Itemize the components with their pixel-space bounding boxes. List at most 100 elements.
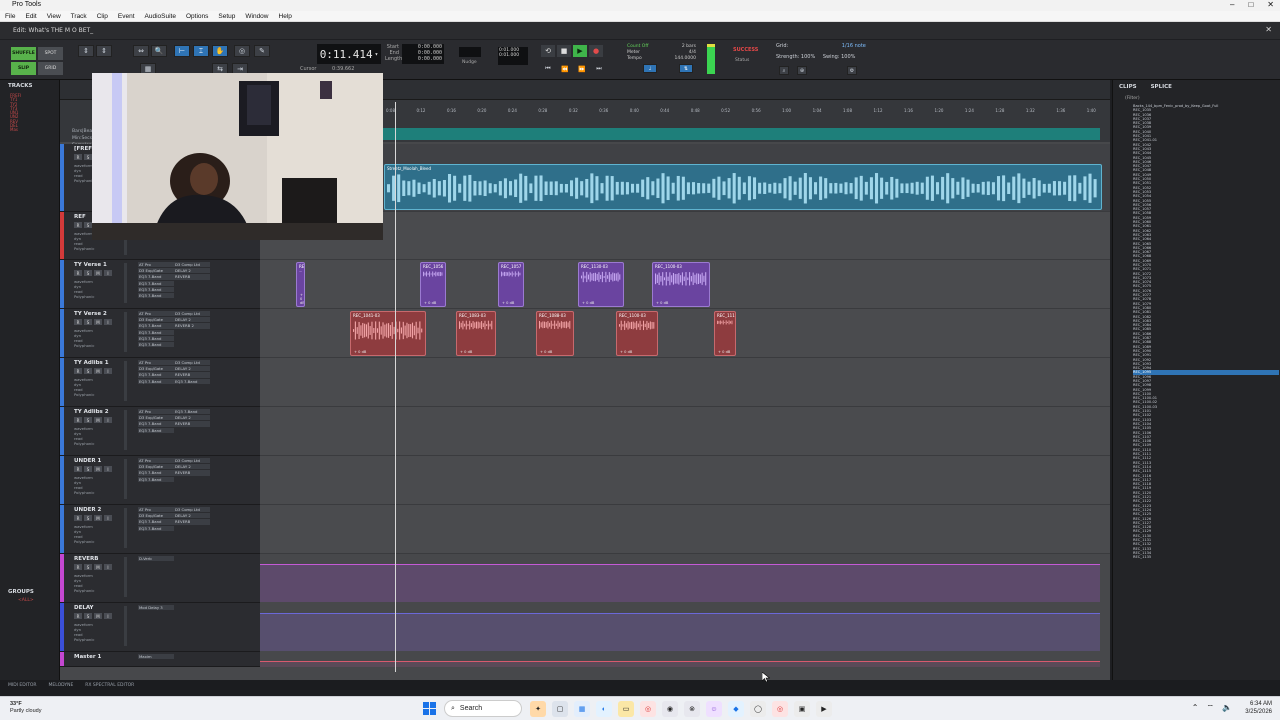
minimize-button[interactable]: – [1230,0,1234,9]
send-slot[interactable]: REVERB [174,372,210,378]
loop-icon[interactable]: ⟲ [541,45,555,57]
input-monitor-button[interactable]: I [104,368,112,374]
return-to-zero-icon[interactable]: ⏮ [541,64,555,74]
fast-forward-icon[interactable]: ⏩ [575,64,589,74]
task-view-icon[interactable]: ▢ [552,701,568,717]
insert-slot[interactable]: EQ3 7-Band [138,329,174,335]
record-enable-button[interactable]: R [74,154,82,160]
nudge-indicator[interactable] [459,47,481,57]
send-slot[interactable]: EQ3 7-Band [174,378,210,384]
scrubber-tool-icon[interactable]: ◎ [234,45,250,57]
insert-slot[interactable]: D3 Exp/Gate [138,366,174,372]
windows-start-icon[interactable] [423,702,436,715]
insert-slot[interactable]: EQ3 7-Band [138,335,174,342]
edit-close-button[interactable]: ✕ [1265,25,1272,34]
menu-window[interactable]: Window [245,13,268,20]
file-explorer-icon[interactable]: ▭ [618,701,634,717]
mute-button[interactable]: M [94,368,102,374]
insert-slot[interactable]: EQ3 7-Band [138,525,174,531]
track-list-item[interactable]: Mas [0,128,59,133]
insert-slot[interactable]: AT Pro [138,507,174,513]
audio-clip[interactable]: REC_111 + 0 dB [714,311,736,356]
mute-button[interactable]: M [94,417,102,423]
track-lane-under2[interactable] [260,505,1110,554]
rx-spectral-tab[interactable]: RX SPECTRAL EDITOR [85,683,134,688]
track-lane-verse1[interactable]: REC_+ 0 dBREC_1056+ 0 dBREC_1057+ 0 dBRE… [260,260,1110,309]
record-enable-button[interactable]: R [74,613,82,619]
grid-value[interactable]: 1/16 note [842,43,866,49]
play-icon[interactable]: ▶ [573,45,587,57]
insert-slot[interactable]: EQ3 7-Band [138,274,174,280]
send-slot[interactable]: EQ3 7-Band [174,409,210,415]
main-counter[interactable]: 0:11.414 ▾ [317,44,381,64]
tempo-map-icon[interactable]: ⇅ [679,64,693,73]
send-slot[interactable]: DELAY 2 [174,415,210,421]
track-name[interactable]: REF [74,214,86,220]
close-button[interactable]: ✕ [1267,0,1274,9]
send-slot[interactable]: D3 Comp Ltd [174,458,210,464]
mode-spot-button[interactable]: SPOT [38,47,63,60]
insert-slot[interactable]: AT Pro [138,311,174,317]
menu-view[interactable]: View [47,13,61,20]
insert-slot[interactable]: D3 Exp/Gate [138,317,174,323]
mode-shuffle-button[interactable]: SHUFFLE [11,47,36,60]
insert-slot[interactable]: EQ3 7-Band [138,421,174,427]
taskbar-search[interactable]: ⌕ Search [444,700,522,717]
track-name[interactable]: UNDER 1 [74,458,101,464]
app-icon[interactable]: ◆ [728,701,744,717]
track-view-selector[interactable]: Polyphonic [74,441,94,446]
solo-button[interactable]: S [84,154,92,160]
track-name[interactable]: DELAY [74,605,94,611]
insert-slot[interactable]: AT Pro [138,360,174,366]
melodyne-tab[interactable]: MELODYNE [49,683,74,688]
solo-button[interactable]: S [84,368,92,374]
send-slot[interactable]: D3 Comp Ltd [174,311,210,317]
track-lane-fref[interactable]: Streetz_Moolah_Bleed [260,144,1110,212]
mute-button[interactable]: M [94,564,102,570]
settings-gear-icon[interactable]: ⚙ [847,66,857,75]
track-header[interactable]: DELAY R S M Iwaveform dyn read Polyphonic Mod De… [60,603,260,652]
swing-value[interactable]: 100% [841,54,855,60]
insert-slot[interactable]: EQ3 7-Band [138,286,174,293]
insert-slot[interactable]: EQ3 7-Band [138,293,174,299]
maximize-button[interactable]: □ [1248,0,1253,9]
playhead-cursor[interactable] [395,102,396,672]
send-slot[interactable]: D3 Comp Ltd [174,262,210,268]
send-slot[interactable]: DELAY 2 [174,268,210,274]
splice-tab[interactable]: SPLICE [1151,84,1172,90]
wifi-icon[interactable]: ⌔ [1207,703,1215,713]
insert-slot[interactable]: AT Pro [138,262,174,268]
strength-value[interactable]: 100% [801,54,815,60]
insert-slot[interactable]: EQ3 7-Band [138,342,174,348]
track-view-selector[interactable]: Polyphonic [74,343,94,348]
solo-button[interactable]: S [84,222,92,228]
insert-slot[interactable]: EQ3 7-Band [138,476,174,482]
chrome-icon[interactable]: ◎ [640,701,656,717]
mute-button[interactable]: M [94,515,102,521]
input-monitor-button[interactable]: I [104,515,112,521]
zoom-icon[interactable]: ⊕ [797,66,807,75]
record-enable-button[interactable]: R [74,270,82,276]
solo-button[interactable]: S [84,613,92,619]
pencil-tool-icon[interactable]: ✎ [254,45,270,57]
track-lane-under1[interactable] [260,456,1110,505]
clips-filter[interactable]: (Filter) [1125,96,1140,101]
track-header[interactable]: TY Adlibs 2 R S M Iwaveform dyn read Polyphonic… [60,407,260,456]
insert-slot[interactable]: AT Pro [138,409,174,415]
track-view-selector[interactable]: Polyphonic [74,539,94,544]
audio-clip[interactable]: REC_1100-03 + 0 dB [616,311,658,356]
zoom-midi-icon[interactable]: ⇕ [96,45,112,57]
input-monitor-button[interactable]: I [104,417,112,423]
send-slot[interactable]: DELAY 2 [174,513,210,519]
track-header[interactable]: TY Adlibs 1 R S M Iwaveform dyn read Polyphonic… [60,358,260,407]
mute-button[interactable]: M [94,613,102,619]
volume-icon[interactable]: 🔈 [1222,703,1232,713]
insert-slot[interactable]: EQ3 7-Band [138,470,174,476]
track-name[interactable]: UNDER 2 [74,507,101,513]
track-view-selector[interactable]: Polyphonic [74,490,94,495]
calendar-icon[interactable]: ▦ [574,701,590,717]
track-header[interactable]: TY Verse 2 R S M Iwaveform dyn read Polyphonic A… [60,309,260,358]
insert-slot[interactable]: D3 Exp/Gate [138,415,174,421]
nudge-display[interactable]: 0:01.000 0:01.000 [498,47,528,65]
clips-tab[interactable]: CLIPS [1119,84,1137,90]
